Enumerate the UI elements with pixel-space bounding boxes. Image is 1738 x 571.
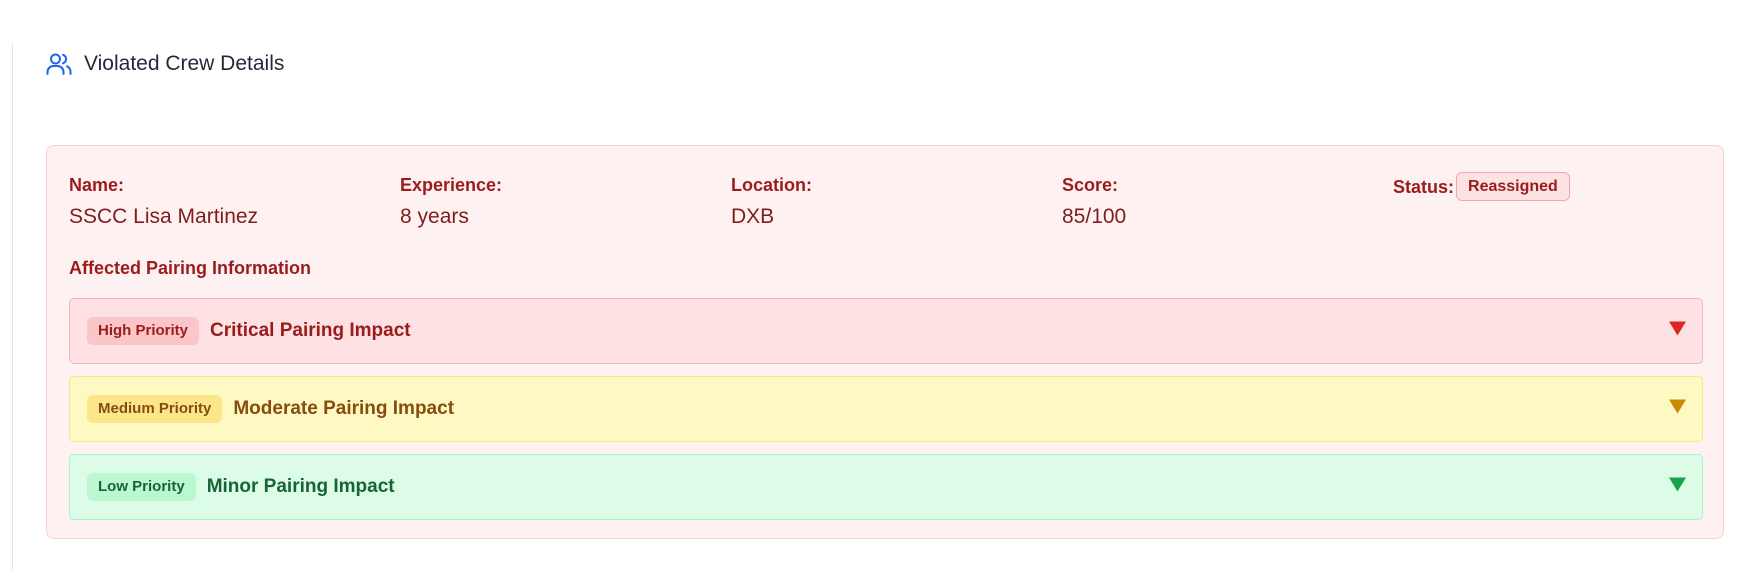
section-title: Violated Crew Details bbox=[84, 52, 285, 75]
chevron-down-icon[interactable] bbox=[1669, 399, 1686, 419]
chevron-down-icon[interactable] bbox=[1669, 477, 1686, 497]
left-divider bbox=[12, 42, 13, 571]
pairing-item-high[interactable]: High Priority Critical Pairing Impact bbox=[69, 298, 1703, 364]
status-label: Status: bbox=[1393, 176, 1455, 197]
score-label: Score: bbox=[1062, 175, 1119, 195]
pairing-title-critical: Critical Pairing Impact bbox=[210, 320, 411, 341]
crew-name-field: Name: SSCC Lisa Martinez bbox=[69, 173, 258, 230]
pairing-item-medium[interactable]: Medium Priority Moderate Pairing Impact bbox=[69, 376, 1703, 442]
users-icon bbox=[46, 52, 72, 76]
pairing-title-moderate: Moderate Pairing Impact bbox=[233, 398, 455, 419]
crew-experience-field: Experience: 8 years bbox=[400, 173, 502, 230]
name-label: Name: bbox=[69, 175, 125, 195]
section-header: Violated Crew Details bbox=[46, 52, 284, 76]
crew-score-field: Score: 85/100 bbox=[1062, 173, 1126, 230]
pairing-title-minor: Minor Pairing Impact bbox=[206, 476, 395, 497]
chevron-down-icon[interactable] bbox=[1669, 321, 1686, 341]
priority-badge-medium: Medium Priority bbox=[87, 395, 223, 423]
name-value: SSCC Lisa Martinez bbox=[69, 205, 259, 228]
status-badge: Reassigned bbox=[1456, 172, 1570, 201]
crew-status-field: Status: Reassigned bbox=[1393, 172, 1570, 201]
experience-value: 8 years bbox=[400, 205, 469, 228]
priority-badge-high: High Priority bbox=[87, 317, 200, 345]
experience-label: Experience: bbox=[400, 175, 503, 195]
score-value: 85/100 bbox=[1062, 205, 1127, 228]
priority-badge-low: Low Priority bbox=[87, 473, 196, 501]
location-value: DXB bbox=[731, 205, 775, 228]
pairing-item-low[interactable]: Low Priority Minor Pairing Impact bbox=[69, 454, 1703, 520]
affected-pairing-heading: Affected Pairing Information bbox=[69, 258, 312, 278]
crew-info-row: Name: SSCC Lisa Martinez Experience: 8 y… bbox=[69, 172, 1701, 233]
crew-card: Name: SSCC Lisa Martinez Experience: 8 y… bbox=[46, 145, 1724, 539]
crew-location-field: Location: DXB bbox=[731, 173, 812, 230]
location-label: Location: bbox=[731, 175, 812, 195]
